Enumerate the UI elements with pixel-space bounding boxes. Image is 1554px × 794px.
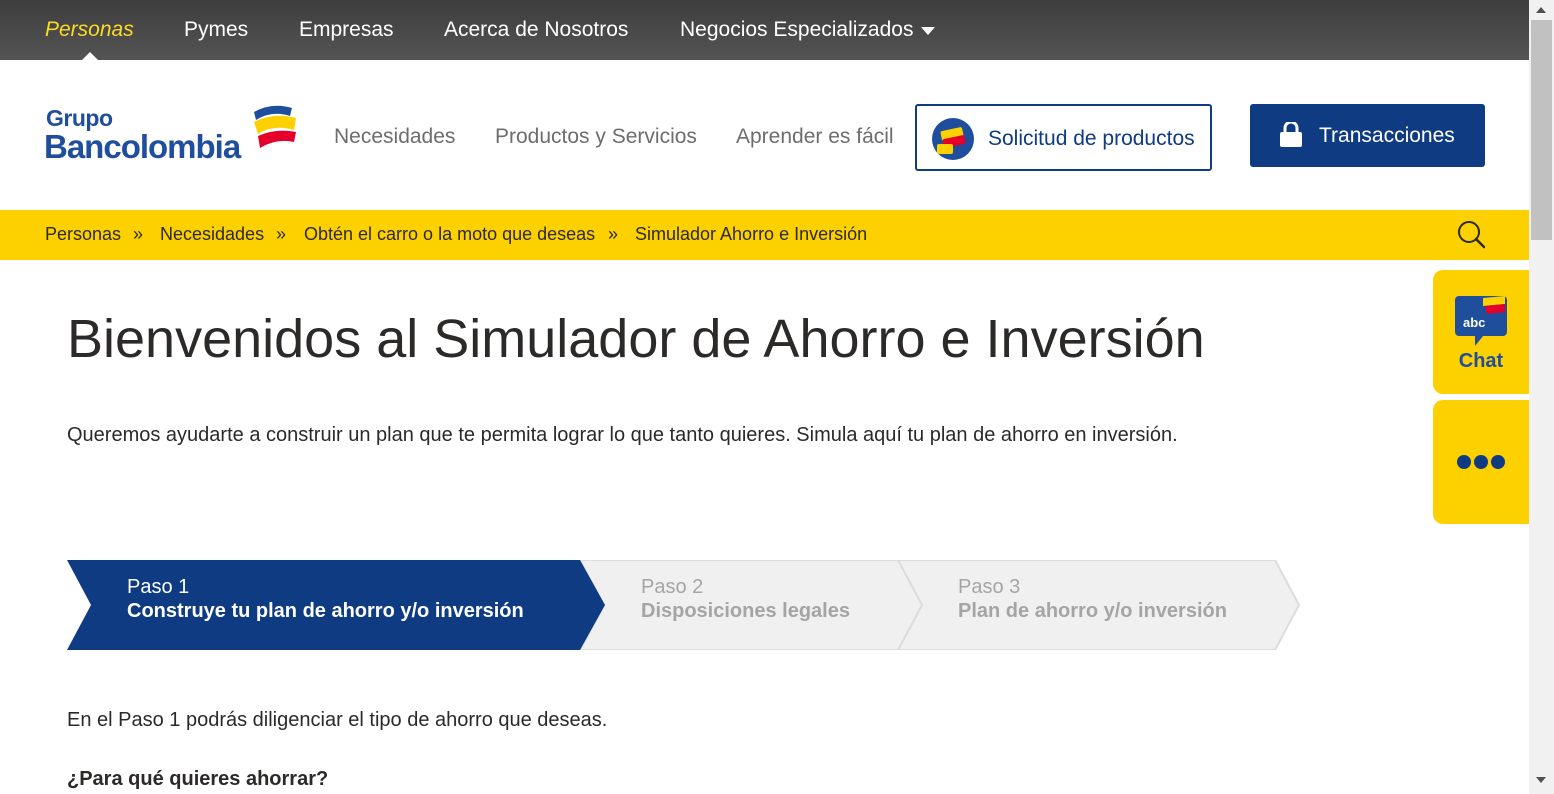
breadcrumb-item-current: Simulador Ahorro e Inversión <box>635 224 868 244</box>
more-dot-icon <box>1491 455 1505 469</box>
step-intro-text: En el Paso 1 podrás diligenciar el tipo … <box>67 709 608 731</box>
step-3-number: Paso 3 <box>958 576 1021 598</box>
breadcrumb-separator: » <box>608 224 619 244</box>
breadcrumb-item-personas[interactable]: Personas <box>45 224 121 245</box>
breadcrumb-item-necesidades[interactable]: Necesidades <box>160 224 264 245</box>
chat-label: Chat <box>1458 350 1504 372</box>
top-navigation-bar: Personas Pymes Empresas Acerca de Nosotr… <box>0 0 1529 60</box>
topnav-item-acerca[interactable]: Acerca de Nosotros <box>444 18 628 42</box>
step-3-name: Plan de ahorro y/o inversión <box>958 600 1227 622</box>
more-dot-icon <box>1457 455 1471 469</box>
header-nav-necesidades[interactable]: Necesidades <box>334 125 455 149</box>
topnav-item-empresas[interactable]: Empresas <box>299 18 394 42</box>
step-1-number: Paso 1 <box>127 576 190 598</box>
step-1-name: Construye tu plan de ahorro y/o inversió… <box>127 600 524 622</box>
intro-text: Queremos ayudarte a construir un plan qu… <box>67 424 1178 446</box>
logo-line-2: Bancolombia <box>44 128 241 165</box>
more-dot-icon <box>1474 455 1488 469</box>
step-2-name: Disposiciones legales <box>641 600 850 622</box>
step-2[interactable]: Paso 2 Disposiciones legales <box>641 575 850 623</box>
chat-widget-button[interactable]: abc Chat <box>1433 270 1529 394</box>
header-nav-productos[interactable]: Productos y Servicios <box>495 125 697 149</box>
breadcrumb-item-carro-moto[interactable]: Obtén el carro o la moto que deseas <box>304 224 595 245</box>
logo-flag-icon <box>254 105 296 148</box>
solicitud-productos-button[interactable]: Solicitud de productos <box>915 104 1212 171</box>
step-1[interactable]: Paso 1 Construye tu plan de ahorro y/o i… <box>127 575 524 623</box>
page-title: Bienvenidos al Simulador de Ahorro e Inv… <box>67 309 1205 369</box>
bancolombia-logo[interactable]: Grupo Bancolombia <box>44 102 300 172</box>
topnav-item-personas[interactable]: Personas <box>45 18 134 42</box>
transacciones-button[interactable]: Transacciones <box>1250 104 1485 167</box>
chat-icon-text: abc <box>1463 315 1485 330</box>
wizard-steps: Paso 1 Construye tu plan de ahorro y/o i… <box>67 560 1307 650</box>
search-icon[interactable] <box>1457 220 1487 250</box>
chat-bubble-icon: abc <box>1455 296 1507 346</box>
step-3[interactable]: Paso 3 Plan de ahorro y/o inversión <box>958 575 1227 623</box>
step-2-number: Paso 2 <box>641 576 704 598</box>
scroll-up-icon[interactable] <box>1536 7 1546 13</box>
scroll-down-icon[interactable] <box>1536 777 1546 783</box>
active-indicator <box>82 52 98 60</box>
site-header: Grupo Bancolombia Necesidades Productos … <box>0 60 1529 210</box>
topnav-item-negocios[interactable]: Negocios Especializados <box>680 18 913 42</box>
header-nav-aprender[interactable]: Aprender es fácil <box>736 125 894 149</box>
caret-down-icon[interactable] <box>921 27 935 35</box>
savings-question: ¿Para qué quieres ahorrar? <box>67 768 329 790</box>
cards-icon <box>932 118 974 160</box>
topnav-item-pymes[interactable]: Pymes <box>184 18 248 42</box>
scrollbar-thumb[interactable] <box>1531 20 1552 240</box>
breadcrumb: Personas » Necesidades » Obtén el carro … <box>0 210 1529 260</box>
lock-icon <box>1280 122 1302 147</box>
breadcrumb-separator: » <box>133 224 144 244</box>
transacciones-label: Transacciones <box>1319 124 1455 147</box>
page-scrollbar[interactable] <box>1529 0 1554 794</box>
more-options-button[interactable] <box>1433 400 1529 524</box>
breadcrumb-separator: » <box>276 224 287 244</box>
solicitud-label: Solicitud de productos <box>988 127 1195 150</box>
